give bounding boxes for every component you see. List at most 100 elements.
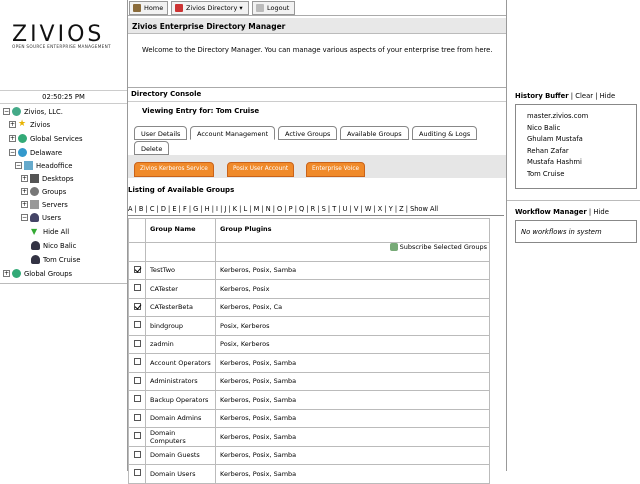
expand-icon[interactable]: + xyxy=(9,121,16,128)
tree-item-groups[interactable]: + Groups xyxy=(21,187,66,196)
tree-label: Global Groups xyxy=(24,269,73,278)
expand-icon[interactable]: + xyxy=(9,135,16,142)
chevron-down-icon: ▾ xyxy=(239,4,243,12)
collapse-icon[interactable]: − xyxy=(9,149,16,156)
group-name: Backup Operators xyxy=(145,390,216,410)
building-icon xyxy=(24,161,33,170)
tab-user-details[interactable]: User Details xyxy=(134,126,188,140)
expand-icon[interactable]: + xyxy=(21,188,28,195)
tree-item-zivios-llc[interactable]: − Zivios, LLC. xyxy=(3,107,63,116)
globe-icon xyxy=(12,107,21,116)
tree-item-servers[interactable]: + Servers xyxy=(21,200,68,209)
history-item[interactable]: Ghulam Mustafa xyxy=(527,134,636,146)
history-item[interactable]: Tom Cruise xyxy=(527,169,636,181)
collapse-icon[interactable]: − xyxy=(21,214,28,221)
subtab-kerberos[interactable]: Zivios Kerberos Service xyxy=(134,162,214,177)
group-plugins: Kerberos, Posix, Samba xyxy=(215,353,490,373)
history-item[interactable]: Nico Balic xyxy=(527,123,636,135)
triangle-down-icon: ▼ xyxy=(31,227,38,236)
group-plugins: Posix, Kerberos xyxy=(215,334,490,354)
globe-icon xyxy=(18,134,27,143)
expand-icon[interactable]: + xyxy=(21,201,28,208)
table-row: Backup Operators Kerberos, Posix, Samba xyxy=(128,390,490,410)
group-name: Domain Guests xyxy=(145,445,216,465)
group-checkbox[interactable] xyxy=(133,265,141,273)
directory-menu-button[interactable]: Zivios Directory ▾ xyxy=(171,1,249,15)
table-row: Domain Guests Kerberos, Posix, Samba xyxy=(128,445,490,465)
history-title: History Buffer xyxy=(515,92,569,100)
groups-table: Group Name Group Plugins Subscribe Selec… xyxy=(128,218,490,484)
group-checkbox[interactable] xyxy=(133,395,141,403)
collapse-icon[interactable]: − xyxy=(3,108,10,115)
tree-label: Global Services xyxy=(30,134,83,143)
workflow-hide-link[interactable]: Hide xyxy=(593,208,609,216)
group-checkbox[interactable] xyxy=(133,339,141,347)
group-name: Domain Users xyxy=(145,464,216,484)
group-checkbox[interactable] xyxy=(133,432,141,440)
group-checkbox[interactable] xyxy=(133,450,141,458)
subscribe-icon xyxy=(389,243,398,251)
viewing-entry: Viewing Entry for: Tom Cruise xyxy=(142,107,260,115)
tree-item-global-groups[interactable]: + Global Groups xyxy=(3,269,72,278)
group-plugins: Kerberos, Posix, Samba xyxy=(215,260,490,280)
home-icon xyxy=(133,4,141,12)
group-name: TestTwo xyxy=(145,260,216,280)
group-plugins: Kerberos, Posix, Samba xyxy=(215,464,490,484)
tab-auditing-logs[interactable]: Auditing & Logs xyxy=(412,126,478,140)
group-checkbox[interactable] xyxy=(133,284,141,292)
alphabet-filter[interactable]: A | B | C | D | E | F | G | H | I | J | … xyxy=(128,205,438,213)
col-group-plugins: Group Plugins Subscribe Selected Groups xyxy=(215,218,490,251)
logout-button[interactable]: Logout xyxy=(252,1,295,15)
tab-account-management[interactable]: Account Management xyxy=(190,126,276,140)
globe-icon xyxy=(18,148,27,157)
history-item[interactable]: master.zivios.com xyxy=(527,111,636,123)
tab-delete[interactable]: Delete xyxy=(134,141,170,155)
group-checkbox[interactable] xyxy=(133,413,141,421)
history-item[interactable]: Rehan Zafar xyxy=(527,146,636,158)
table-row: bindgroup Posix, Kerberos xyxy=(128,316,490,336)
expand-icon[interactable]: + xyxy=(3,270,10,277)
welcome-text: Welcome to the Directory Manager. You ca… xyxy=(142,46,493,54)
expand-icon[interactable]: + xyxy=(21,175,28,182)
logo: ZIVIOS OPEN SOURCE ENTERPRISE MANAGEMENT xyxy=(0,0,127,88)
table-row: CATesterBeta Kerberos, Posix, Ca xyxy=(128,297,490,317)
collapse-icon[interactable]: − xyxy=(15,162,22,169)
tree-item-global-services[interactable]: + Global Services xyxy=(9,134,83,143)
subscribe-label: Subscribe Selected Groups xyxy=(399,243,487,251)
console-title: Directory Console xyxy=(131,90,202,98)
tree-item-users[interactable]: − Users xyxy=(21,213,61,222)
group-checkbox[interactable] xyxy=(133,321,141,329)
group-checkbox[interactable] xyxy=(133,469,141,477)
table-row: Account Operators Kerberos, Posix, Samba xyxy=(128,353,490,373)
directory-tree: − Zivios, LLC. + ★ Zivios + Global Servi… xyxy=(0,104,127,284)
tree-item-delaware[interactable]: − Delaware xyxy=(9,148,62,157)
tree-item-desktops[interactable]: + Desktops xyxy=(21,174,74,183)
history-hide-link[interactable]: Hide xyxy=(600,92,616,100)
group-plugins: Kerberos, Posix, Ca xyxy=(215,297,490,317)
star-icon: ★ xyxy=(18,119,27,129)
history-clear-link[interactable]: Clear xyxy=(575,92,593,100)
subtab-posix[interactable]: Posix User Account xyxy=(227,162,295,177)
history-list: master.zivios.com Nico Balic Ghulam Mustaf… xyxy=(515,104,637,189)
tab-available-groups[interactable]: Available Groups xyxy=(340,126,409,140)
workflow-header: Workflow Manager | Hide xyxy=(515,208,609,216)
directory-label: Zivios Directory xyxy=(186,4,238,12)
group-plugins: Kerberos, Posix, Samba xyxy=(215,390,490,410)
tree-item-nico-balic[interactable]: Nico Balic xyxy=(31,241,76,250)
subtab-enterprise-voice[interactable]: Enterprise Voice xyxy=(306,162,366,177)
home-button[interactable]: Home xyxy=(129,1,168,15)
tree-item-tom-cruise[interactable]: Tom Cruise xyxy=(31,255,80,264)
history-item[interactable]: Mustafa Hashmi xyxy=(527,157,636,169)
group-checkbox[interactable] xyxy=(133,376,141,384)
top-nav: Home Zivios Directory ▾ Logout xyxy=(127,0,507,16)
group-checkbox[interactable] xyxy=(133,358,141,366)
tree-item-headoffice[interactable]: − Headoffice xyxy=(15,161,72,170)
tree-item-hide-all[interactable]: ▼ Hide All xyxy=(31,227,69,236)
table-row: zadmin Posix, Kerberos xyxy=(128,334,490,354)
tab-active-groups[interactable]: Active Groups xyxy=(278,126,338,140)
desktop-icon xyxy=(30,174,39,183)
subscribe-button[interactable]: Subscribe Selected Groups xyxy=(389,243,487,251)
table-row: Domain Computers Kerberos, Posix, Samba xyxy=(128,427,490,447)
group-checkbox[interactable] xyxy=(133,302,141,310)
tree-item-zivios[interactable]: + ★ Zivios xyxy=(9,120,50,129)
